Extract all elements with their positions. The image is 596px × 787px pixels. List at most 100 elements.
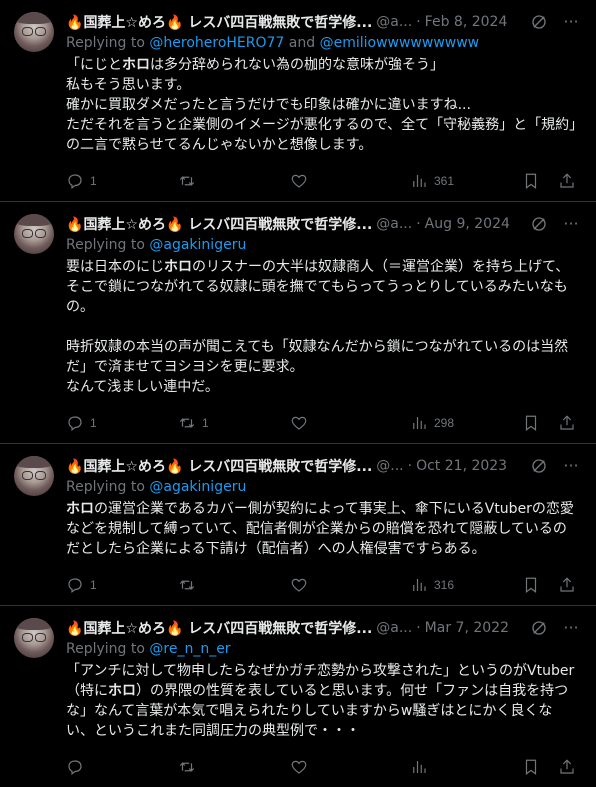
more-options-icon[interactable]: ··· (562, 13, 580, 31)
display-name[interactable]: 🔥国葬上☆めろ🔥 レスバ四百戦無敗で哲学修... (66, 12, 372, 32)
views-button[interactable] (410, 758, 494, 776)
reply-icon (68, 416, 82, 431)
tweet-actions: 1 1 298 (66, 403, 580, 443)
tweet-date[interactable]: Aug 9, 2024 (425, 216, 510, 232)
heart-icon (291, 578, 307, 592)
avatar[interactable] (14, 12, 54, 52)
bookmark-button[interactable] (522, 758, 540, 776)
share-button[interactable] (558, 758, 576, 776)
tweet[interactable]: 🔥国葬上☆めろ🔥 レスバ四百戦無敗で哲学修... @... · Oct 21, … (0, 444, 596, 606)
bookmark-button[interactable] (522, 576, 540, 594)
fire-emoji-icon: 🔥 (66, 15, 84, 31)
tweet-date[interactable]: Oct 21, 2023 (416, 458, 507, 474)
separator-dot: · (416, 216, 421, 232)
avatar-hair (14, 618, 54, 630)
grok-icon[interactable] (530, 215, 548, 233)
reply-icon (68, 174, 82, 189)
retweet-button[interactable] (178, 172, 290, 190)
fire-emoji-icon: 🔥 (66, 217, 84, 233)
reply-to-link[interactable]: @re_n_n_er (149, 641, 230, 657)
reply-count: 1 (90, 174, 97, 188)
like-button[interactable] (290, 576, 410, 594)
user-handle[interactable]: @a... (376, 216, 412, 232)
user-handle[interactable]: @a... (376, 14, 412, 30)
retweet-button[interactable] (178, 576, 290, 594)
more-options-icon[interactable]: ··· (562, 457, 580, 475)
display-name[interactable]: 🔥国葬上☆めろ🔥 レスバ四百戦無敗で哲学修... (66, 618, 372, 638)
reply-to-link[interactable]: @emiliowwwwwwwww (320, 35, 480, 51)
tweet-date[interactable]: Feb 8, 2024 (425, 14, 508, 30)
user-handle[interactable]: @a... (376, 620, 412, 636)
view-count: 316 (434, 578, 455, 592)
tweet[interactable]: 🔥国葬上☆めろ🔥 レスバ四百戦無敗で哲学修... @a... · Feb 8, … (0, 0, 596, 202)
retweet-icon (179, 762, 195, 772)
reply-icon (68, 578, 82, 593)
replying-to: Replying to @re_n_n_er (66, 640, 580, 659)
tweet-header: 🔥国葬上☆めろ🔥 レスバ四百戦無敗で哲学修... @... · Oct 21, … (66, 456, 580, 476)
retweet-button[interactable]: 1 (178, 414, 290, 432)
display-name[interactable]: 🔥国葬上☆めろ🔥 レスバ四百戦無敗で哲学修... (66, 456, 372, 476)
grok-icon[interactable] (530, 457, 548, 475)
bookmark-button[interactable] (522, 414, 540, 432)
heart-icon (291, 760, 307, 774)
like-button[interactable] (290, 758, 410, 776)
tweet-actions: 1 316 (66, 565, 580, 605)
avatar-hair (14, 12, 54, 24)
tweet[interactable]: 🔥国葬上☆めろ🔥 レスバ四百戦無敗で哲学修... @a... · Aug 9, … (0, 202, 596, 444)
views-button[interactable]: 361 (410, 172, 494, 190)
fire-emoji-icon: 🔥 (166, 217, 184, 233)
highlighted-term: ホロ (66, 501, 94, 517)
display-name-text: 国葬上☆めろ (83, 15, 166, 31)
tweet-header: 🔥国葬上☆めろ🔥 レスバ四百戦無敗で哲学修... @a... · Mar 7, … (66, 618, 580, 638)
avatar[interactable] (14, 618, 54, 658)
reply-button[interactable]: 1 (66, 414, 178, 432)
share-button[interactable] (558, 576, 576, 594)
reply-button[interactable]: 1 (66, 576, 178, 594)
more-options-icon[interactable]: ··· (562, 619, 580, 637)
highlighted-term: ホロ (108, 683, 136, 699)
highlighted-term: ホロ (164, 259, 192, 275)
like-button[interactable] (290, 414, 410, 432)
grok-icon[interactable] (530, 13, 548, 31)
avatar-glasses (22, 471, 46, 480)
display-name-text: 国葬上☆めろ (83, 621, 166, 637)
reply-to-link[interactable]: @agakinigeru (149, 479, 246, 495)
share-icon (560, 759, 574, 774)
reply-button[interactable] (66, 758, 178, 776)
reply-to-link[interactable]: @agakinigeru (149, 237, 246, 253)
bookmark-icon (525, 173, 537, 189)
replying-to-label: Replying to (66, 35, 150, 51)
reply-to-link[interactable]: @heroheroHERO77 (149, 35, 284, 51)
bookmark-button[interactable] (522, 172, 540, 190)
display-name[interactable]: 🔥国葬上☆めろ🔥 レスバ四百戦無敗で哲学修... (66, 214, 372, 234)
display-name-suffix: レスバ四百戦無敗で哲学修... (183, 621, 373, 637)
tweet-text: 「にじとホロは多分辞められない為の枷的な意味が強そう」 私もそう思います。 確か… (66, 57, 577, 153)
display-name-text: 国葬上☆めろ (83, 459, 166, 475)
tweet-date[interactable]: Mar 7, 2022 (425, 620, 509, 636)
reply-count: 1 (90, 578, 97, 592)
reply-button[interactable]: 1 (66, 172, 178, 190)
user-handle[interactable]: @... (376, 458, 403, 474)
tweet-header: 🔥国葬上☆めろ🔥 レスバ四百戦無敗で哲学修... @a... · Aug 9, … (66, 214, 580, 234)
views-button[interactable]: 298 (410, 414, 494, 432)
bookmark-icon (525, 759, 537, 775)
tweet[interactable]: 🔥国葬上☆めろ🔥 レスバ四百戦無敗で哲学修... @a... · Mar 7, … (0, 606, 596, 787)
view-count: 298 (434, 416, 455, 430)
avatar[interactable] (14, 214, 54, 254)
heart-icon (291, 174, 307, 188)
share-button[interactable] (558, 172, 576, 190)
views-chart-icon (413, 761, 426, 773)
view-count: 361 (434, 174, 455, 188)
like-button[interactable] (290, 172, 410, 190)
share-button[interactable] (558, 414, 576, 432)
share-icon (560, 577, 574, 592)
separator-dot: · (416, 14, 421, 30)
grok-icon[interactable] (530, 619, 548, 637)
display-name-suffix: レスバ四百戦無敗で哲学修... (183, 217, 373, 233)
tweet-text: 要は日本のにじホロのリスナーの大半は奴隷商人（＝運営企業）を持ち上げて、そこで鎖… (66, 259, 570, 395)
retweet-button[interactable] (178, 758, 290, 776)
avatar[interactable] (14, 456, 54, 496)
more-options-icon[interactable]: ··· (562, 215, 580, 233)
avatar-glasses (22, 27, 46, 36)
views-button[interactable]: 316 (410, 576, 494, 594)
